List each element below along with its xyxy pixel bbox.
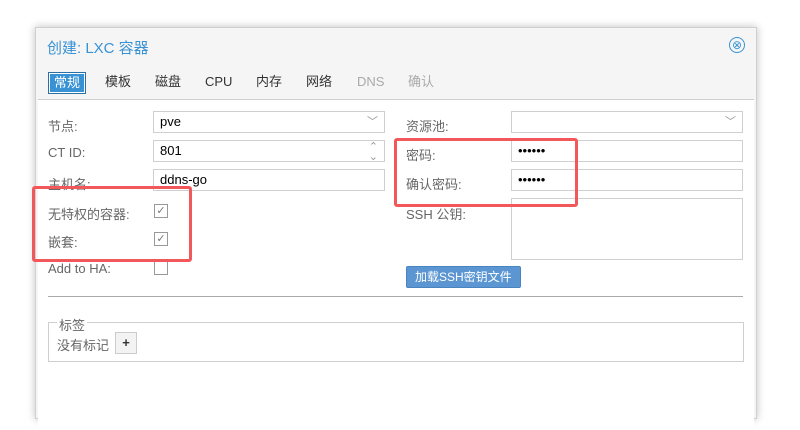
ctid-input[interactable]: 801 ⌃ ⌄ (153, 140, 385, 163)
close-icon[interactable]: ⊗ (729, 37, 745, 53)
pool-select[interactable]: ﹀ (511, 111, 743, 133)
add-tag-button[interactable]: + (115, 332, 137, 354)
spinner-icon[interactable]: ⌃ ⌄ (369, 142, 378, 163)
chevron-down-icon: ﹀ (367, 116, 378, 128)
tab-confirm[interactable]: 确认 (403, 72, 439, 92)
chevron-down-icon: ﹀ (725, 116, 736, 128)
highlight-box-right (394, 138, 578, 207)
tags-fieldset: 标签 没有标记 + (48, 315, 744, 362)
tags-legend: 标签 (57, 315, 88, 334)
load-ssh-key-button[interactable]: 加载SSH密钥文件 (406, 266, 521, 288)
tab-template[interactable]: 模板 (100, 72, 136, 92)
ha-label: Add to HA: (48, 261, 111, 276)
node-label: 节点: (48, 119, 78, 134)
tab-network[interactable]: 网络 (301, 72, 337, 92)
ctid-label: CT ID: (48, 145, 86, 160)
ssh-key-textarea[interactable] (511, 198, 743, 260)
node-select[interactable]: pve ﹀ (153, 111, 385, 133)
ctid-value: 801 (160, 143, 182, 158)
ha-checkbox[interactable] (154, 261, 168, 275)
form-panel: 节点: pve ﹀ CT ID: 801 ⌃ ⌄ 主机名: ddns-go 无特权的容… (32, 99, 754, 430)
no-tags-text: 没有标记 (57, 338, 110, 353)
dialog-title: 创建: LXC 容器 (47, 40, 149, 57)
highlight-box-left (32, 186, 192, 262)
node-value: pve (160, 114, 181, 129)
divider (48, 296, 743, 297)
tab-general[interactable]: 常规 (48, 72, 87, 94)
create-lxc-dialog: 创建: LXC 容器 ⊗ 常规 模板 磁盘 CPU 内存 网络 DNS 确认 节… (32, 27, 757, 430)
pool-label: 资源池: (406, 119, 449, 134)
tab-disk[interactable]: 磁盘 (150, 72, 186, 92)
tab-dns[interactable]: DNS (352, 72, 389, 92)
tab-memory[interactable]: 内存 (251, 72, 287, 92)
tab-cpu[interactable]: CPU (200, 72, 237, 92)
